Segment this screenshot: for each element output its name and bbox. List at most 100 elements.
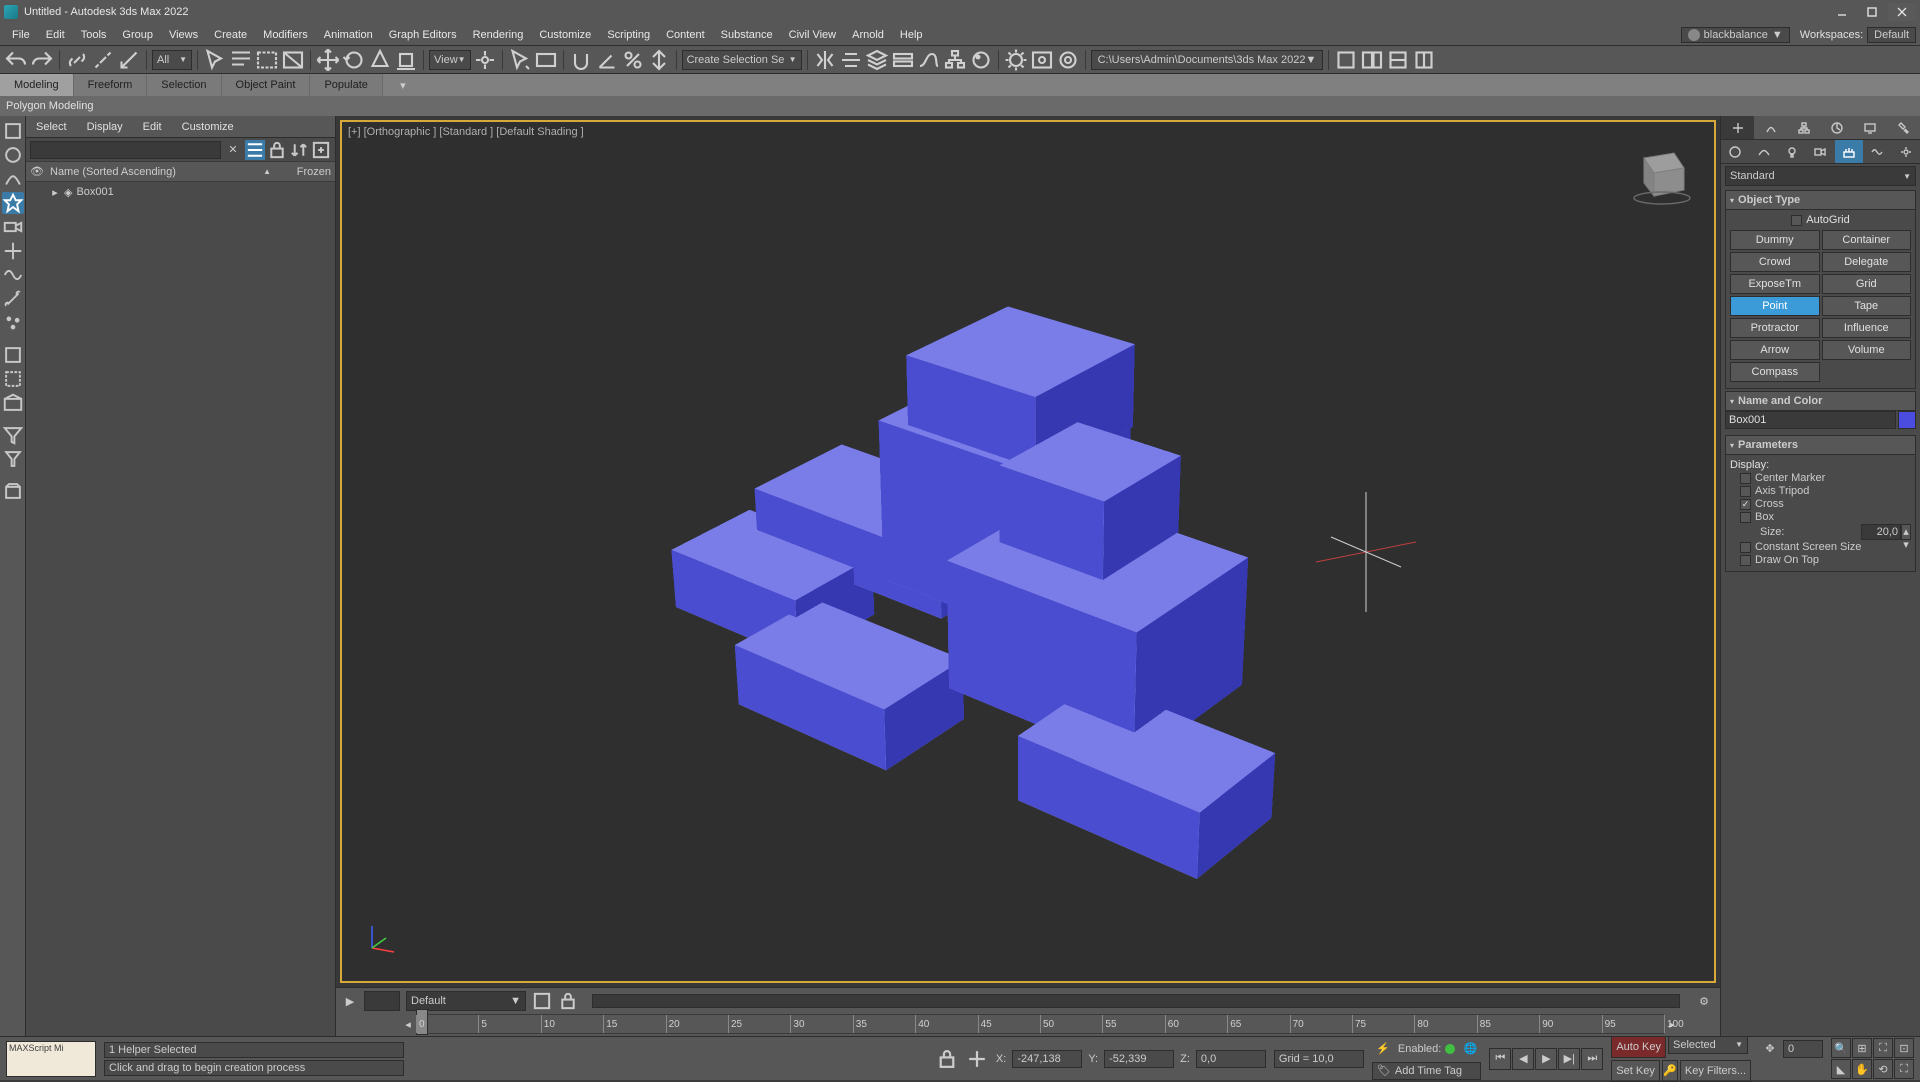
next-frame-button[interactable]: ▶| xyxy=(1558,1048,1580,1070)
create-dummy-button[interactable]: Dummy xyxy=(1730,230,1820,250)
play-button[interactable]: ▶ xyxy=(1535,1048,1557,1070)
current-frame-input[interactable]: 0 xyxy=(1783,1040,1823,1058)
isolate-toggle-icon[interactable] xyxy=(532,991,552,1011)
project-path[interactable]: C:\Users\Admin\Documents\3ds Max 2022▼ xyxy=(1091,50,1324,70)
spinner-snap-button[interactable] xyxy=(647,48,671,72)
y-coord-input[interactable]: -52,339 xyxy=(1104,1050,1174,1068)
lock-toggle-icon[interactable] xyxy=(558,991,578,1011)
category-select[interactable]: Standard▼ xyxy=(1725,166,1916,186)
lt-display-2[interactable] xyxy=(2,368,24,390)
sub-cameras[interactable] xyxy=(1806,140,1834,163)
lt-display-1[interactable] xyxy=(2,344,24,366)
create-arrow-button[interactable]: Arrow xyxy=(1730,340,1820,360)
scene-sort-icon[interactable] xyxy=(289,140,309,160)
angle-snap-button[interactable] xyxy=(595,48,619,72)
select-by-name-button[interactable] xyxy=(229,48,253,72)
ribbon-dropdown[interactable]: ▾ xyxy=(391,79,415,92)
viewport[interactable]: [+] [Orthographic ] [Standard ] [Default… xyxy=(340,120,1716,983)
lt-display-3[interactable] xyxy=(2,392,24,414)
create-grid-button[interactable]: Grid xyxy=(1822,274,1912,294)
user-account[interactable]: blackbalance ▼ xyxy=(1681,27,1790,43)
menu-edit[interactable]: Edit xyxy=(38,29,73,41)
object-color-swatch[interactable] xyxy=(1898,411,1916,429)
create-point-button[interactable]: Point xyxy=(1730,296,1820,316)
create-exposetm-button[interactable]: ExposeTm xyxy=(1730,274,1820,294)
autogrid-checkbox[interactable] xyxy=(1791,215,1802,226)
link-button[interactable] xyxy=(65,48,89,72)
selection-lock-icon[interactable] xyxy=(936,1048,958,1070)
material-preview[interactable] xyxy=(364,991,400,1011)
scene-clear-icon[interactable]: ✕ xyxy=(223,140,243,160)
keyboard-shortcut-button[interactable] xyxy=(534,48,558,72)
lt-particle[interactable] xyxy=(2,312,24,334)
create-delegate-button[interactable]: Delegate xyxy=(1822,252,1912,272)
create-tape-button[interactable]: Tape xyxy=(1822,296,1912,316)
ribbon-tab-populate[interactable]: Populate xyxy=(310,74,382,96)
box-checkbox[interactable] xyxy=(1740,512,1751,523)
zoom-extents-all-button[interactable]: ⊡ xyxy=(1894,1038,1914,1058)
scene-view-mode-icon[interactable] xyxy=(245,140,265,160)
redo-button[interactable] xyxy=(30,48,54,72)
z-coord-input[interactable]: 0,0 xyxy=(1196,1050,1266,1068)
create-tab[interactable] xyxy=(1721,116,1754,139)
lt-helpers[interactable] xyxy=(2,240,24,262)
scene-tab-customize[interactable]: Customize xyxy=(172,116,244,137)
menu-animation[interactable]: Animation xyxy=(316,29,381,41)
tb-extra-1[interactable] xyxy=(1334,48,1358,72)
menu-file[interactable]: File xyxy=(4,29,38,41)
selection-filter[interactable]: All▼ xyxy=(152,50,192,70)
render-setup-button[interactable] xyxy=(1004,48,1028,72)
key-mode-select[interactable]: Selected▼ xyxy=(1668,1036,1748,1054)
eye-column-icon[interactable]: 👁 xyxy=(30,165,50,178)
track-config-icon[interactable]: ⚙ xyxy=(1694,991,1714,1011)
constant-screen-checkbox[interactable] xyxy=(1740,542,1751,553)
globe-icon[interactable]: 🌐 xyxy=(1459,1038,1481,1060)
align-button[interactable] xyxy=(839,48,863,72)
menu-civil-view[interactable]: Civil View xyxy=(781,29,844,41)
use-pivot-button[interactable] xyxy=(473,48,497,72)
x-coord-input[interactable]: -247,138 xyxy=(1012,1050,1082,1068)
name-column-header[interactable]: Name (Sorted Ascending) xyxy=(50,166,263,178)
key-icon[interactable]: 🔑 xyxy=(1662,1060,1678,1082)
ref-coord-system[interactable]: View▼ xyxy=(429,50,471,70)
lt-geometry[interactable] xyxy=(2,144,24,166)
hierarchy-tab[interactable] xyxy=(1787,116,1820,139)
viewcube[interactable] xyxy=(1624,138,1694,208)
mirror-button[interactable] xyxy=(813,48,837,72)
frozen-column-header[interactable]: Frozen xyxy=(271,166,331,178)
menu-customize[interactable]: Customize xyxy=(531,29,599,41)
prev-frame-button[interactable]: ◀ xyxy=(1512,1048,1534,1070)
scene-tab-select[interactable]: Select xyxy=(26,116,77,137)
lt-container-icon[interactable] xyxy=(2,480,24,502)
display-tab[interactable] xyxy=(1854,116,1887,139)
schematic-view-button[interactable] xyxy=(943,48,967,72)
rect-select-button[interactable] xyxy=(255,48,279,72)
lt-bone[interactable] xyxy=(2,288,24,310)
sub-spacewarps[interactable] xyxy=(1863,140,1891,163)
menu-rendering[interactable]: Rendering xyxy=(465,29,532,41)
ribbon-tab-selection[interactable]: Selection xyxy=(147,74,221,96)
lt-select-all[interactable] xyxy=(2,120,24,142)
menu-modifiers[interactable]: Modifiers xyxy=(255,29,316,41)
rotate-button[interactable] xyxy=(342,48,366,72)
lt-filter-icon[interactable] xyxy=(2,424,24,446)
tb-extra-3[interactable] xyxy=(1386,48,1410,72)
transform-gizmo-icon[interactable]: ✥ xyxy=(1759,1038,1781,1060)
object-name-input[interactable] xyxy=(1725,411,1896,429)
move-button[interactable] xyxy=(316,48,340,72)
utilities-tab[interactable] xyxy=(1887,116,1920,139)
play-animation-icon[interactable]: ▶ xyxy=(342,993,358,1009)
size-spinner-buttons[interactable]: ▴▾ xyxy=(1901,524,1911,540)
snap-toggle-button[interactable] xyxy=(569,48,593,72)
menu-substance[interactable]: Substance xyxy=(713,29,781,41)
axis-tripod-checkbox[interactable] xyxy=(1740,486,1751,497)
window-crossing-button[interactable] xyxy=(281,48,305,72)
size-spinner-value[interactable]: 20,0 xyxy=(1861,524,1901,540)
menu-content[interactable]: Content xyxy=(658,29,713,41)
lt-lights[interactable] xyxy=(2,192,24,214)
render-frame-button[interactable] xyxy=(1030,48,1054,72)
menu-graph-editors[interactable]: Graph Editors xyxy=(381,29,465,41)
layer-explorer-button[interactable] xyxy=(865,48,889,72)
time-slider-track[interactable] xyxy=(592,994,1680,1008)
workspace-select[interactable]: Default xyxy=(1867,27,1916,43)
